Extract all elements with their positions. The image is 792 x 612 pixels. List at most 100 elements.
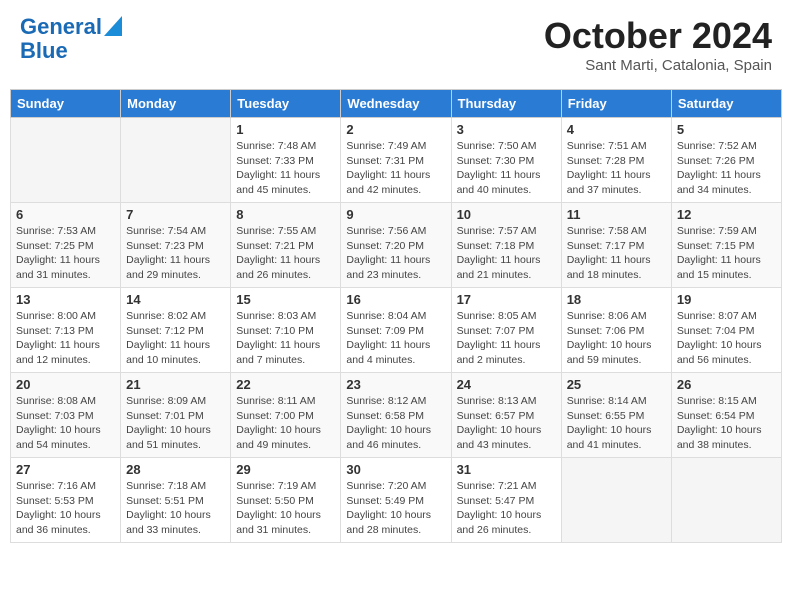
day-detail: Sunrise: 7:49 AMSunset: 7:31 PMDaylight:… — [346, 139, 445, 198]
day-number: 11 — [567, 207, 666, 222]
weekday-header: Tuesday — [231, 90, 341, 118]
calendar-cell: 1Sunrise: 7:48 AMSunset: 7:33 PMDaylight… — [231, 118, 341, 203]
day-number: 25 — [567, 377, 666, 392]
calendar-cell: 18Sunrise: 8:06 AMSunset: 7:06 PMDayligh… — [561, 288, 671, 373]
calendar-cell: 6Sunrise: 7:53 AMSunset: 7:25 PMDaylight… — [11, 203, 121, 288]
sunset-text: Sunset: 5:47 PM — [457, 494, 556, 509]
daylight-text: Daylight: 11 hours and 18 minutes. — [567, 253, 666, 282]
weekday-header: Monday — [121, 90, 231, 118]
month-title: October 2024 — [544, 15, 772, 57]
logo-icon — [104, 16, 122, 36]
daylight-text: Daylight: 10 hours and 28 minutes. — [346, 508, 445, 537]
weekday-header: Thursday — [451, 90, 561, 118]
day-detail: Sunrise: 7:48 AMSunset: 7:33 PMDaylight:… — [236, 139, 335, 198]
sunset-text: Sunset: 5:51 PM — [126, 494, 225, 509]
day-number: 15 — [236, 292, 335, 307]
daylight-text: Daylight: 11 hours and 15 minutes. — [677, 253, 776, 282]
day-detail: Sunrise: 7:21 AMSunset: 5:47 PMDaylight:… — [457, 479, 556, 538]
day-number: 13 — [16, 292, 115, 307]
sunrise-text: Sunrise: 7:51 AM — [567, 139, 666, 154]
daylight-text: Daylight: 11 hours and 4 minutes. — [346, 338, 445, 367]
day-detail: Sunrise: 7:52 AMSunset: 7:26 PMDaylight:… — [677, 139, 776, 198]
daylight-text: Daylight: 11 hours and 21 minutes. — [457, 253, 556, 282]
sunrise-text: Sunrise: 8:13 AM — [457, 394, 556, 409]
day-number: 27 — [16, 462, 115, 477]
sunset-text: Sunset: 7:01 PM — [126, 409, 225, 424]
daylight-text: Daylight: 11 hours and 34 minutes. — [677, 168, 776, 197]
day-detail: Sunrise: 7:57 AMSunset: 7:18 PMDaylight:… — [457, 224, 556, 283]
daylight-text: Daylight: 10 hours and 26 minutes. — [457, 508, 556, 537]
daylight-text: Daylight: 11 hours and 42 minutes. — [346, 168, 445, 197]
calendar-cell: 8Sunrise: 7:55 AMSunset: 7:21 PMDaylight… — [231, 203, 341, 288]
calendar-cell: 3Sunrise: 7:50 AMSunset: 7:30 PMDaylight… — [451, 118, 561, 203]
sunset-text: Sunset: 7:10 PM — [236, 324, 335, 339]
sunset-text: Sunset: 5:50 PM — [236, 494, 335, 509]
sunrise-text: Sunrise: 7:54 AM — [126, 224, 225, 239]
day-detail: Sunrise: 8:12 AMSunset: 6:58 PMDaylight:… — [346, 394, 445, 453]
sunrise-text: Sunrise: 8:06 AM — [567, 309, 666, 324]
calendar-cell: 23Sunrise: 8:12 AMSunset: 6:58 PMDayligh… — [341, 373, 451, 458]
day-number: 7 — [126, 207, 225, 222]
daylight-text: Daylight: 11 hours and 40 minutes. — [457, 168, 556, 197]
daylight-text: Daylight: 11 hours and 7 minutes. — [236, 338, 335, 367]
daylight-text: Daylight: 10 hours and 46 minutes. — [346, 423, 445, 452]
day-detail: Sunrise: 7:20 AMSunset: 5:49 PMDaylight:… — [346, 479, 445, 538]
sunset-text: Sunset: 7:00 PM — [236, 409, 335, 424]
calendar-cell: 9 Sunrise: 7:56 AMSunset: 7:20 PMDaylight… — [341, 203, 451, 288]
calendar-cell — [671, 458, 781, 543]
day-detail: Sunrise: 7:19 AMSunset: 5:50 PMDaylight:… — [236, 479, 335, 538]
day-number: 22 — [236, 377, 335, 392]
calendar-body: 1Sunrise: 7:48 AMSunset: 7:33 PMDaylight… — [11, 118, 782, 543]
day-detail: Sunrise: 8:11 AMSunset: 7:00 PMDaylight:… — [236, 394, 335, 453]
sunrise-text: Sunrise: 7:53 AM — [16, 224, 115, 239]
day-number: 21 — [126, 377, 225, 392]
sunrise-text: Sunrise: 7:55 AM — [236, 224, 335, 239]
calendar-cell: 28Sunrise: 7:18 AMSunset: 5:51 PMDayligh… — [121, 458, 231, 543]
sunrise-text: Sunrise: 8:07 AM — [677, 309, 776, 324]
calendar-week-row: 20Sunrise: 8:08 AMSunset: 7:03 PMDayligh… — [11, 373, 782, 458]
calendar-cell — [561, 458, 671, 543]
sunset-text: Sunset: 7:21 PM — [236, 239, 335, 254]
sunset-text: Sunset: 7:07 PM — [457, 324, 556, 339]
calendar-cell: 10Sunrise: 7:57 AMSunset: 7:18 PMDayligh… — [451, 203, 561, 288]
title-block: October 2024 Sant Marti, Catalonia, Spai… — [544, 15, 772, 74]
calendar-header-row: SundayMondayTuesdayWednesdayThursdayFrid… — [11, 90, 782, 118]
day-detail: Sunrise: 7:16 AMSunset: 5:53 PMDaylight:… — [16, 479, 115, 538]
day-number: 28 — [126, 462, 225, 477]
sunrise-text: Sunrise: 7:57 AM — [457, 224, 556, 239]
daylight-text: Daylight: 10 hours and 41 minutes. — [567, 423, 666, 452]
calendar-cell: 25 Sunrise: 8:14 AMSunset: 6:55 PMDayligh… — [561, 373, 671, 458]
sunset-text: Sunset: 7:17 PM — [567, 239, 666, 254]
sunrise-text: Sunrise: 8:11 AM — [236, 394, 335, 409]
day-number: 17 — [457, 292, 556, 307]
day-detail: Sunrise: 7:51 AMSunset: 7:28 PMDaylight:… — [567, 139, 666, 198]
sunrise-text: Sunrise: 7:56 AM — [346, 224, 445, 239]
day-detail: Sunrise: 8:13 AMSunset: 6:57 PMDaylight:… — [457, 394, 556, 453]
day-detail: Sunrise: 7:55 AMSunset: 7:21 PMDaylight:… — [236, 224, 335, 283]
sunrise-text: Sunrise: 7:52 AM — [677, 139, 776, 154]
logo: General Blue — [20, 15, 122, 63]
day-number: 24 — [457, 377, 556, 392]
calendar-cell — [121, 118, 231, 203]
day-number: 2 — [346, 122, 445, 137]
weekday-header: Wednesday — [341, 90, 451, 118]
calendar-cell: 30 Sunrise: 7:20 AMSunset: 5:49 PMDayligh… — [341, 458, 451, 543]
sunrise-text: Sunrise: 8:12 AM — [346, 394, 445, 409]
day-detail: Sunrise: 7:56 AMSunset: 7:20 PMDaylight:… — [346, 224, 445, 283]
day-number: 9 — [346, 207, 445, 222]
sunrise-text: Sunrise: 7:16 AM — [16, 479, 115, 494]
daylight-text: Daylight: 10 hours and 36 minutes. — [16, 508, 115, 537]
day-detail: Sunrise: 8:14 AMSunset: 6:55 PMDaylight:… — [567, 394, 666, 453]
day-detail: Sunrise: 8:08 AMSunset: 7:03 PMDaylight:… — [16, 394, 115, 453]
calendar-cell: 26Sunrise: 8:15 AMSunset: 6:54 PMDayligh… — [671, 373, 781, 458]
day-number: 30 — [346, 462, 445, 477]
calendar-cell: 11Sunrise: 7:58 AMSunset: 7:17 PMDayligh… — [561, 203, 671, 288]
calendar-cell: 5Sunrise: 7:52 AMSunset: 7:26 PMDaylight… — [671, 118, 781, 203]
sunrise-text: Sunrise: 8:14 AM — [567, 394, 666, 409]
day-detail: Sunrise: 7:54 AMSunset: 7:23 PMDaylight:… — [126, 224, 225, 283]
sunset-text: Sunset: 7:04 PM — [677, 324, 776, 339]
sunrise-text: Sunrise: 7:19 AM — [236, 479, 335, 494]
calendar-cell: 16Sunrise: 8:04 AMSunset: 7:09 PMDayligh… — [341, 288, 451, 373]
day-number: 29 — [236, 462, 335, 477]
daylight-text: Daylight: 11 hours and 2 minutes. — [457, 338, 556, 367]
